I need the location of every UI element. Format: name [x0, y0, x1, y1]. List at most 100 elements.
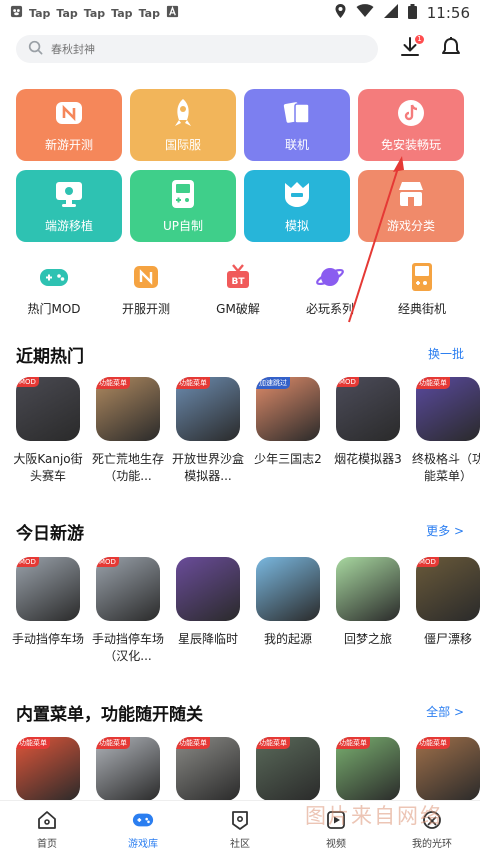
- game-name: 终极格斗（功能菜单）: [411, 452, 480, 483]
- shortcut-item[interactable]: 开服开测: [100, 262, 192, 317]
- game-tag-badge: 功能菜单: [336, 737, 370, 749]
- game-thumbnail: 功能菜单: [416, 737, 480, 801]
- notification-label: Tap: [29, 6, 51, 20]
- category-label: UP自制: [162, 219, 204, 233]
- home-icon: [36, 809, 58, 831]
- nav-label: 游戏库: [128, 839, 158, 850]
- monitor-icon: [54, 179, 84, 209]
- shortcut-label: 热门MOD: [27, 302, 81, 316]
- bell-icon: [440, 36, 462, 62]
- shortcut-item[interactable]: 必玩系列: [284, 262, 376, 317]
- category-label: 联机: [284, 138, 309, 152]
- paw-icon: [10, 5, 23, 21]
- watermark: 图片来自网络: [305, 804, 443, 828]
- category-label: 端游移植: [44, 219, 93, 233]
- game-card[interactable]: 回梦之旅: [333, 557, 403, 648]
- shortcut-item[interactable]: BT GM破解: [192, 262, 284, 317]
- category-tile[interactable]: 游戏分类: [358, 170, 464, 242]
- server-icon: [131, 262, 161, 292]
- nav-label: 首页: [37, 839, 57, 850]
- game-card[interactable]: MOD 手动挡停车场（汉化...: [91, 557, 164, 665]
- game-name: 回梦之旅: [343, 632, 392, 646]
- game-name: 大阪Kanjo街头赛车: [13, 452, 83, 483]
- game-name: 僵尸漂移: [423, 632, 472, 646]
- game-card[interactable]: 功能菜单: [13, 737, 83, 801]
- game-card[interactable]: 功能菜单: [333, 737, 403, 801]
- game-thumbnail: MOD: [416, 557, 480, 621]
- game-tag-badge: MOD: [16, 377, 39, 387]
- notification-label: Tap: [138, 6, 160, 20]
- game-name: 死亡荒地生存（功能...: [91, 452, 164, 483]
- game-tag-badge: 功能菜单: [96, 377, 130, 389]
- game-thumbnail: 加速跳过: [256, 377, 320, 441]
- game-card[interactable]: 功能菜单: [413, 737, 480, 801]
- a-icon: [166, 5, 179, 21]
- game-name: 开放世界沙盒模拟器...: [171, 452, 244, 483]
- tiktok-icon: [396, 98, 426, 128]
- game-card[interactable]: 功能菜单死亡荒地生存（功能...: [91, 377, 164, 485]
- clock: 11:56: [426, 4, 470, 22]
- nav-tab[interactable]: 首页: [12, 809, 82, 850]
- category-tile[interactable]: 端游移植: [16, 170, 122, 242]
- notification-label: Tap: [83, 6, 106, 20]
- section-title: 近期热门: [16, 347, 84, 367]
- rocket-icon: [168, 98, 198, 128]
- shortcut-label: 必玩系列: [305, 302, 354, 316]
- game-thumbnail: [176, 557, 240, 621]
- shortcut-label: 经典街机: [397, 302, 446, 316]
- notification-button[interactable]: [438, 36, 464, 62]
- location-icon: [335, 4, 346, 22]
- game-card[interactable]: 功能菜单 开放世界沙盒模拟器...: [171, 377, 244, 485]
- game-thumbnail: MOD: [336, 377, 400, 441]
- category-tile[interactable]: 免安装畅玩: [358, 89, 464, 161]
- nav-label: 视频: [326, 839, 346, 850]
- game-card[interactable]: MOD 烟花模拟器3: [333, 377, 403, 468]
- game-thumbnail: MOD: [96, 557, 160, 621]
- game-tag-badge: 功能菜单: [96, 737, 130, 749]
- category-label: 新游开测: [44, 138, 93, 152]
- section-more-link[interactable]: 更多 >: [426, 522, 464, 539]
- section-more-link[interactable]: 换一批: [428, 345, 464, 362]
- category-tile[interactable]: 国际服: [130, 89, 236, 161]
- category-tile[interactable]: 联机: [244, 89, 350, 161]
- download-badge: 1: [415, 35, 424, 44]
- game-tag-badge: MOD: [416, 557, 439, 567]
- nav-tab[interactable]: 游戏库: [108, 809, 178, 850]
- category-tile[interactable]: UP自制: [130, 170, 236, 242]
- game-name: 手动挡停车场（汉化...: [91, 632, 164, 663]
- game-library-icon: [132, 809, 154, 831]
- game-card[interactable]: 星辰降临时: [173, 557, 243, 648]
- download-button[interactable]: 1: [397, 35, 424, 62]
- wifi-icon: [356, 4, 374, 22]
- community-icon: [229, 809, 251, 831]
- game-card[interactable]: 功能菜单: [93, 737, 163, 801]
- game-card[interactable]: 功能菜单 终极格斗（功能菜单）: [411, 377, 480, 485]
- game-card[interactable]: MOD 手动挡停车场: [11, 557, 84, 648]
- game-name: 少年三国志2: [254, 452, 322, 466]
- game-card[interactable]: 我的起源: [253, 557, 323, 648]
- category-tile[interactable]: 新游开测: [16, 89, 122, 161]
- notification-label: Tap: [111, 6, 133, 20]
- shortcut-label: 开服开测: [121, 302, 170, 316]
- game-thumbnail: 功能菜单: [176, 737, 240, 801]
- game-tag-badge: MOD: [96, 557, 119, 567]
- game-card[interactable]: MOD 僵尸漂移: [413, 557, 480, 648]
- helmet-icon: [282, 179, 312, 209]
- notification-label: Tap: [56, 6, 78, 20]
- game-card[interactable]: 功能菜单: [253, 737, 323, 801]
- section-title: 内置菜单，功能随开随关: [16, 705, 203, 725]
- shortcut-item[interactable]: 经典街机: [376, 262, 468, 317]
- search-bar[interactable]: [16, 35, 378, 63]
- game-card[interactable]: MOD 大阪Kanjo街头赛车: [13, 377, 83, 485]
- arcade-icon: [407, 262, 437, 292]
- category-tile[interactable]: 模拟: [244, 170, 350, 242]
- section-more-link[interactable]: 全部 >: [426, 703, 464, 720]
- search-input[interactable]: [51, 42, 331, 56]
- game-name: 手动挡停车场: [11, 632, 84, 646]
- game-tag-badge: 功能菜单: [416, 737, 450, 749]
- shortcut-item[interactable]: 热门MOD: [8, 262, 100, 317]
- game-card[interactable]: 功能菜单: [173, 737, 243, 801]
- category-label: 免安装畅玩: [380, 138, 441, 152]
- game-card[interactable]: 加速跳过少年三国志2: [253, 377, 323, 468]
- nav-tab[interactable]: 社区: [205, 809, 275, 850]
